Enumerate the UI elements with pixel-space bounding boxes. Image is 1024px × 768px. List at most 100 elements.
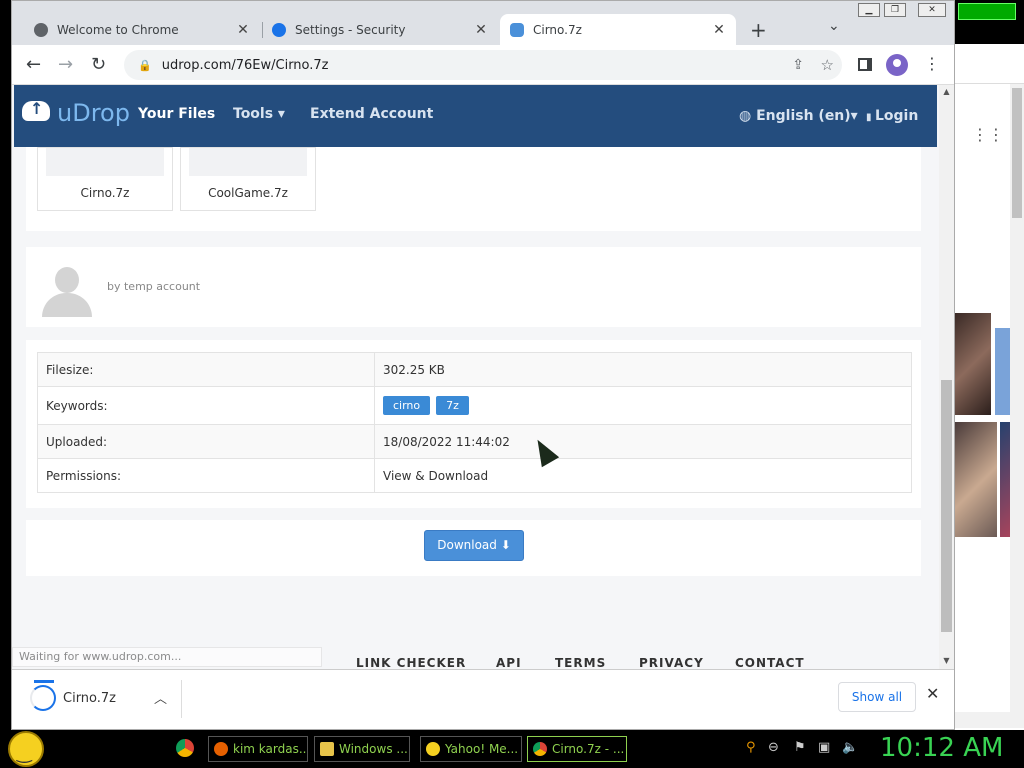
browser-toolbar: ← → ↻ 🔒 udrop.com/76Ew/Cirno.7z ⇪ ☆ ⋮ — [12, 45, 954, 85]
file-preview — [189, 148, 307, 176]
uploaded-value: 18/08/2022 11:44:02 — [374, 424, 912, 459]
chrome-icon[interactable] — [176, 739, 194, 757]
profile-avatar[interactable] — [886, 54, 908, 76]
close-icon[interactable]: ✕ — [926, 684, 939, 703]
volume-icon[interactable]: 🔈 — [842, 740, 858, 755]
tab-welcome[interactable]: Welcome to Chrome ✕ — [24, 14, 260, 45]
menu-kebab-icon[interactable]: ⋮ — [924, 54, 940, 73]
table-row: Filesize: 302.25 KB — [37, 352, 912, 387]
background-image-thumbnail[interactable] — [955, 422, 997, 537]
new-tab-icon[interactable]: + — [750, 18, 767, 42]
footer-link-checker[interactable]: LINK CHECKER — [356, 656, 466, 669]
tray-icon[interactable]: ⊖ — [768, 740, 779, 755]
status-bubble: Waiting for www.udrop.com... — [12, 647, 322, 667]
start-smiley-icon[interactable] — [8, 731, 44, 767]
download-item[interactable]: Cirno.7z ︿ — [28, 680, 182, 718]
reload-icon[interactable]: ↻ — [91, 54, 106, 75]
close-icon[interactable]: ✕ — [236, 22, 250, 38]
file-thumbnail[interactable]: Cirno.7z — [37, 147, 173, 211]
lock-icon[interactable]: 🔒 — [138, 59, 152, 72]
side-panel-icon[interactable] — [858, 58, 872, 71]
back-icon[interactable]: ← — [26, 54, 41, 75]
tab-settings[interactable]: Settings - Security ✕ — [262, 14, 498, 45]
keyword-tag[interactable]: cirno — [383, 396, 431, 415]
filesize-label: Filesize: — [37, 352, 375, 387]
taskbar-item[interactable]: Windows ... — [314, 736, 410, 762]
taskbar: kim kardas... Windows ... Yahoo! Me... C… — [0, 730, 1024, 768]
close-icon[interactable]: ✕ — [474, 22, 488, 38]
keyword-tag[interactable]: 7z — [436, 396, 469, 415]
uploaded-label: Uploaded: — [37, 424, 375, 459]
chrome-icon — [533, 742, 547, 756]
apps-grid-icon[interactable]: ⋮⋮⋮ — [972, 125, 1020, 144]
tab-strip: Welcome to Chrome ✕ Settings - Security … — [12, 1, 954, 45]
site-navbar: uDrop Your Files Tools ▾ Extend Account … — [14, 85, 937, 147]
address-bar[interactable]: 🔒 udrop.com/76Ew/Cirno.7z ⇪ ☆ — [124, 50, 842, 80]
background-image-thumbnail[interactable] — [955, 313, 991, 415]
file-preview — [46, 148, 164, 176]
background-window-toolbar — [955, 44, 1024, 84]
scroll-down-icon[interactable]: ▼ — [939, 656, 954, 665]
chevron-up-icon[interactable]: ︿ — [154, 688, 167, 707]
close-window-icon[interactable]: ✕ — [918, 3, 946, 17]
gear-icon — [272, 22, 286, 37]
login-link[interactable]: ▮ Login — [866, 108, 918, 124]
keywords-label: Keywords: — [37, 386, 375, 425]
file-name[interactable]: CoolGame.7z — [181, 186, 315, 200]
taskbar-item[interactable]: Cirno.7z - ... — [527, 736, 627, 762]
footer-link-contact[interactable]: CONTACT — [735, 656, 805, 669]
download-button[interactable]: Download ⬇ — [424, 530, 524, 561]
download-progress-bar — [34, 680, 54, 683]
udrop-logo-icon[interactable] — [22, 99, 50, 121]
udrop-cloud-icon — [510, 22, 524, 37]
taskbar-item[interactable]: kim kardas... — [208, 736, 308, 762]
clock[interactable]: 10:12 AM — [880, 733, 1003, 763]
background-window-controls[interactable] — [958, 3, 1016, 20]
share-icon[interactable]: ⇪ — [792, 57, 804, 73]
permissions-label: Permissions: — [37, 458, 375, 493]
file-name[interactable]: Cirno.7z — [38, 186, 172, 200]
nav-your-files[interactable]: Your Files — [138, 106, 215, 122]
chrome-window: Welcome to Chrome ✕ Settings - Security … — [11, 0, 955, 730]
footer-link-api[interactable]: API — [496, 656, 522, 669]
forward-icon[interactable]: → — [58, 54, 73, 75]
user-avatar-icon — [40, 265, 94, 319]
download-progress-icon — [30, 685, 56, 711]
footer-link-terms[interactable]: TERMS — [555, 656, 606, 669]
taskbar-item[interactable]: Yahoo! Me... — [420, 736, 522, 762]
globe-icon: ◍ — [739, 108, 757, 124]
download-filename[interactable]: Cirno.7z — [63, 691, 116, 706]
search-icon[interactable]: ⚲ — [746, 740, 756, 755]
keywords-cell: cirno 7z — [374, 386, 912, 425]
tab-cirno[interactable]: Cirno.7z ✕ — [500, 14, 736, 45]
nav-extend-account[interactable]: Extend Account — [310, 106, 433, 122]
background-horizontal-scrollbar[interactable] — [955, 712, 1024, 728]
table-row: Keywords: cirno 7z — [37, 386, 912, 425]
language-selector[interactable]: ◍ English (en)▾ — [739, 108, 858, 124]
maximize-icon[interactable]: ❐ — [884, 3, 906, 17]
url-text[interactable]: udrop.com/76Ew/Cirno.7z — [162, 58, 329, 73]
background-scrollbar[interactable] — [1010, 84, 1024, 724]
bookmark-star-icon[interactable]: ☆ — [821, 56, 834, 74]
globe-icon — [34, 22, 48, 37]
downloads-bar: Cirno.7z ︿ Show all ✕ — [12, 669, 954, 729]
file-details-table: Filesize: 302.25 KB Keywords: cirno 7z Up… — [37, 352, 912, 493]
uploader-text: by temp account — [107, 280, 201, 293]
scroll-up-icon[interactable]: ▲ — [939, 87, 954, 96]
show-all-button[interactable]: Show all — [838, 682, 916, 712]
table-row: Permissions: View & Download — [37, 458, 912, 493]
lock-icon: ▮ — [866, 112, 875, 123]
minimize-icon[interactable]: ▁ — [858, 3, 880, 17]
firefox-icon — [214, 742, 228, 756]
nav-tools[interactable]: Tools ▾ — [233, 106, 285, 122]
flag-icon[interactable]: ⚑ — [794, 740, 806, 755]
tab-search-icon[interactable]: ⌄ — [828, 18, 840, 34]
page-scrollbar[interactable]: ▲ ▼ — [939, 85, 954, 669]
site-logo[interactable]: uDrop — [57, 99, 130, 127]
file-thumbnail[interactable]: CoolGame.7z — [180, 147, 316, 211]
close-icon[interactable]: ✕ — [712, 22, 726, 38]
permissions-value: View & Download — [374, 458, 912, 493]
network-icon[interactable]: ▣ — [818, 740, 830, 755]
footer-link-privacy[interactable]: PRIVACY — [639, 656, 704, 669]
scrollbar-thumb[interactable] — [941, 380, 952, 632]
